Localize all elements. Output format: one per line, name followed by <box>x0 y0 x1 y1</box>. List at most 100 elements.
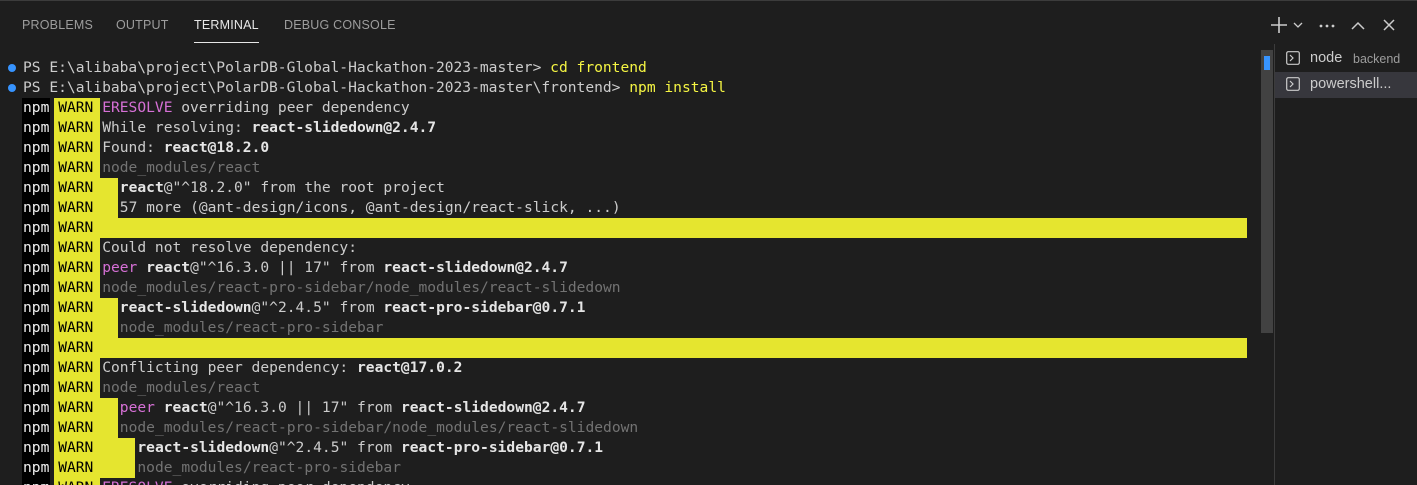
warn-message: peer react@"^16.3.0 || 17" from react-sl… <box>120 398 586 418</box>
npm-prefix: npm <box>23 259 50 276</box>
warn-line: npm WARN node_modules/react-pro-sidebar/no… <box>0 278 1260 298</box>
warn-message: node_modules/react-pro-sidebar <box>137 458 401 478</box>
warn-message-segment: react <box>146 259 191 276</box>
command-decoration-icon[interactable] <box>8 64 16 72</box>
warn-message-segment <box>137 259 146 276</box>
terminal-tabs-list: node backend powershell... <box>1274 44 1417 485</box>
warn-line: npm WARN node_modules/react-pro-sidebar <box>0 318 1260 338</box>
warn-message: node_modules/react <box>102 378 260 398</box>
warn-message-segment: react@17.0.2 <box>357 359 463 376</box>
chevron-down-icon[interactable] <box>1292 13 1304 37</box>
terminal-description: backend <box>1353 52 1401 66</box>
prompt: PS E:\alibaba\project\PolarDB-Global-Hac… <box>23 79 630 96</box>
warn-line: npm WARN react-slidedown@"^2.4.5" from rea… <box>0 438 1260 458</box>
npm-prefix: npm <box>23 439 50 456</box>
warn-message-segment: overriding peer dependency <box>172 479 409 485</box>
npm-prefix: npm <box>23 399 50 416</box>
npm-prefix: npm <box>23 459 50 476</box>
warn-message: While resolving: react-slidedown@2.4.7 <box>102 118 436 138</box>
warn-line: npm WARN react-slidedown@"^2.4.5" from rea… <box>0 298 1260 318</box>
warn-message: node_modules/react <box>102 158 260 178</box>
terminal-name: node <box>1310 50 1343 66</box>
warn-message-segment: While resolving: <box>102 119 252 136</box>
warn-highlight <box>54 338 1247 358</box>
terminal-item-powershell[interactable]: powershell... <box>1275 72 1417 98</box>
plus-icon[interactable] <box>1270 13 1288 37</box>
terminal-name: powershell... <box>1310 76 1392 92</box>
warn-label: WARN <box>58 279 94 296</box>
warn-message-segment: node_modules/react-pro-sidebar <box>119 319 384 336</box>
warn-message-segment: node_modules/react-pro-sidebar <box>137 459 401 476</box>
command: cd frontend <box>550 59 647 76</box>
warn-label: WARN <box>58 259 94 276</box>
warn-message-segment: node_modules/react <box>102 379 261 396</box>
warn-message: node_modules/react-pro-sidebar/node_modu… <box>102 278 620 298</box>
warn-line: npm WARN While resolving: react-slidedown@… <box>0 118 1260 138</box>
npm-prefix: npm <box>23 299 50 316</box>
terminal-scrollbar[interactable] <box>1261 50 1273 333</box>
tab-debug-console[interactable]: DEBUG CONSOLE <box>284 18 396 32</box>
panel-tab-bar: PROBLEMS OUTPUT TERMINAL DEBUG CONSOLE <box>0 0 1417 50</box>
warn-label: WARN <box>58 339 94 356</box>
warn-line: npm WARN Could not resolve dependency: <box>0 238 1260 258</box>
warn-message: peer react@"^16.3.0 || 17" from react-sl… <box>102 258 568 278</box>
scrollbar-decoration-marker <box>1264 56 1270 70</box>
prompt-text: PS E:\alibaba\project\PolarDB-Global-Hac… <box>23 58 647 78</box>
warn-label: WARN <box>58 419 94 436</box>
warn-label: WARN <box>58 459 94 476</box>
warn-line: npm WARN <box>0 338 1260 358</box>
command-decoration-icon[interactable] <box>8 84 16 92</box>
warn-line: npm WARN node_modules/react-pro-sidebar <box>0 458 1260 478</box>
warn-message: react@"^18.2.0" from the root project <box>120 178 445 198</box>
tab-output[interactable]: OUTPUT <box>116 18 169 32</box>
warn-message-segment: react-slidedown <box>119 299 252 316</box>
warn-label: WARN <box>58 139 94 156</box>
warn-message: ERESOLVE overriding peer dependency <box>102 478 410 485</box>
warn-label: WARN <box>58 179 94 196</box>
warn-line: npm WARN ERESOLVE overriding peer dependen… <box>0 98 1260 118</box>
npm-prefix: npm <box>23 139 50 156</box>
warn-label: WARN <box>58 379 94 396</box>
warn-label: WARN <box>58 199 94 216</box>
warn-label: WARN <box>58 239 94 256</box>
warn-message-segment: peer <box>102 259 138 276</box>
npm-prefix: npm <box>23 478 49 485</box>
close-icon[interactable] <box>1380 13 1398 37</box>
warn-line: npm WARN peer react@"^16.3.0 || 17" from r… <box>0 398 1260 418</box>
warn-message: Could not resolve dependency: <box>102 238 357 258</box>
warn-message-segment: react-pro-sidebar@0.7.1 <box>383 299 586 316</box>
warn-label: WARN <box>58 478 93 485</box>
prompt-line: PS E:\alibaba\project\PolarDB-Global-Hac… <box>0 58 1260 78</box>
warn-label: WARN <box>58 99 94 116</box>
warn-label: WARN <box>58 299 94 316</box>
terminal-output[interactable]: PS E:\alibaba\project\PolarDB-Global-Hac… <box>0 56 1260 485</box>
warn-message-segment: Conflicting peer dependency: <box>102 359 357 376</box>
warn-label: WARN <box>58 219 94 236</box>
warn-line: npm WARN <box>0 218 1260 238</box>
warn-label: WARN <box>58 319 94 336</box>
warn-message-segment: ERESOLVE <box>102 479 172 485</box>
warn-message-segment: react-slidedown <box>137 439 270 456</box>
warn-message-segment: Found: <box>102 139 164 156</box>
npm-prefix: npm <box>23 339 50 356</box>
npm-prefix: npm <box>23 379 50 396</box>
npm-prefix: npm <box>23 419 50 436</box>
warn-message-segment: Could not resolve dependency: <box>102 239 357 256</box>
warn-message-segment: react <box>163 399 208 416</box>
npm-prefix: npm <box>23 219 50 236</box>
warn-message-segment: overriding peer dependency <box>172 99 410 116</box>
terminal-icon <box>1286 77 1300 91</box>
warn-highlight <box>54 218 1247 238</box>
warn-message-segment: node_modules/react-pro-sidebar/node_modu… <box>102 279 621 296</box>
tab-terminal[interactable]: TERMINAL <box>194 18 259 43</box>
warn-message: Found: react@18.2.0 <box>102 138 269 158</box>
more-icon[interactable] <box>1317 13 1337 37</box>
npm-prefix: npm <box>23 279 50 296</box>
warn-message-segment: peer <box>119 399 155 416</box>
warn-message-segment: ERESOLVE <box>102 99 173 116</box>
warn-line: npm WARN 57 more (@ant-design/icons, @ant-… <box>0 198 1260 218</box>
terminal-item-node[interactable]: node backend <box>1275 46 1417 72</box>
tab-problems[interactable]: PROBLEMS <box>22 18 93 32</box>
warn-message-segment: react <box>119 179 164 196</box>
chevron-up-icon[interactable] <box>1349 13 1367 37</box>
